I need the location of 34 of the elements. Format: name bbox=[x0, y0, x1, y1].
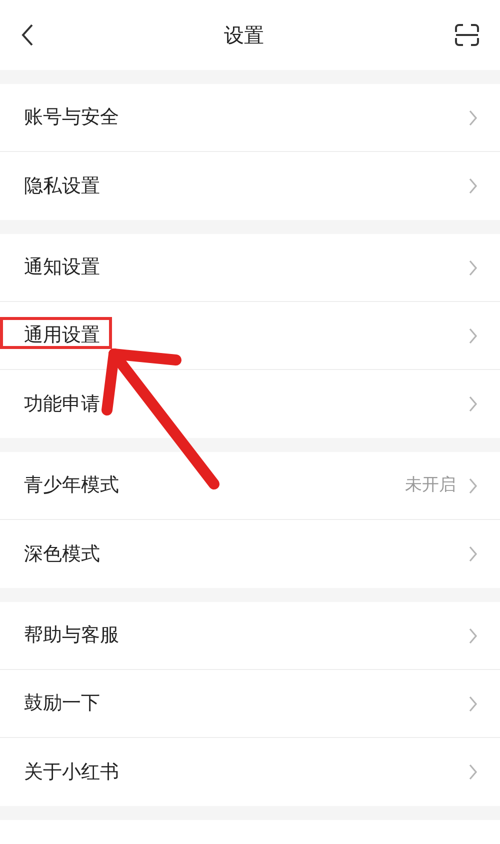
settings-row[interactable]: 隐私设置 bbox=[0, 152, 500, 220]
settings-row[interactable]: 深色模式 bbox=[0, 520, 500, 588]
chevron-right-icon bbox=[468, 396, 478, 412]
chevron-right-icon bbox=[468, 178, 478, 194]
row-label: 青少年模式 bbox=[24, 473, 119, 498]
chevron-right-icon bbox=[468, 110, 478, 126]
settings-row[interactable]: 帮助与客服 bbox=[0, 602, 500, 670]
settings-row[interactable]: 功能申请 bbox=[0, 370, 500, 438]
settings-row[interactable]: 鼓励一下 bbox=[0, 670, 500, 738]
settings-row[interactable]: 通知设置 bbox=[0, 234, 500, 302]
row-label: 鼓励一下 bbox=[24, 691, 100, 716]
chevron-right-icon bbox=[468, 478, 478, 494]
scan-icon[interactable] bbox=[454, 23, 480, 47]
page-title: 设置 bbox=[224, 22, 264, 49]
row-label: 隐私设置 bbox=[24, 174, 100, 199]
back-icon[interactable] bbox=[20, 23, 34, 47]
row-label: 通用设置 bbox=[24, 323, 100, 348]
chevron-right-icon bbox=[468, 260, 478, 276]
chevron-right-icon bbox=[468, 546, 478, 562]
row-label: 账号与安全 bbox=[24, 105, 119, 130]
settings-row[interactable]: 关于小红书 bbox=[0, 738, 500, 806]
chevron-right-icon bbox=[468, 628, 478, 644]
settings-row[interactable]: 青少年模式 未开启 bbox=[0, 452, 500, 520]
row-label: 通知设置 bbox=[24, 255, 100, 280]
settings-row[interactable]: 通用设置 bbox=[0, 302, 500, 370]
row-value: 未开启 bbox=[405, 474, 456, 497]
chevron-right-icon bbox=[468, 328, 478, 344]
row-label: 深色模式 bbox=[24, 542, 100, 567]
chevron-right-icon bbox=[468, 696, 478, 712]
settings-row[interactable]: 账号与安全 bbox=[0, 84, 500, 152]
row-label: 功能申请 bbox=[24, 392, 100, 417]
row-label: 帮助与客服 bbox=[24, 623, 119, 648]
chevron-right-icon bbox=[468, 764, 478, 780]
row-label: 关于小红书 bbox=[24, 760, 119, 785]
